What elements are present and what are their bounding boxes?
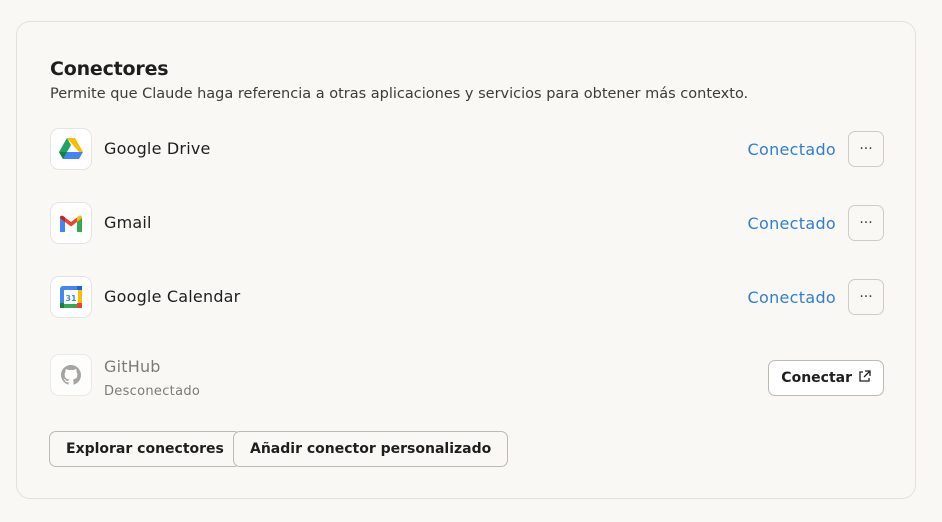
connector-name: GitHub [104,357,161,376]
explore-connectors-button[interactable]: Explorar conectores [49,431,241,467]
calendar-day-label: 31 [65,294,77,303]
add-custom-connector-button[interactable]: Añadir conector personalizado [233,431,509,467]
more-options-button[interactable]: ··· [848,205,884,241]
github-icon [50,354,92,396]
connected-status-link[interactable]: Conectado [748,288,836,307]
more-options-button[interactable]: ··· [848,131,884,167]
connect-button[interactable]: Conectar [768,360,884,396]
connector-name: Google Calendar [104,287,241,306]
connected-status-link[interactable]: Conectado [748,214,836,233]
section-subtitle: Permite que Claude haga referencia a otr… [50,86,749,102]
connector-name: Google Drive [104,139,211,158]
connector-row-google-calendar: 31 Google Calendar Conectado ··· [50,276,884,318]
connector-row-github: GitHub Desconectado Conectar [50,354,884,399]
more-options-button[interactable]: ··· [848,279,884,315]
connector-name: Gmail [104,213,152,232]
external-link-icon [858,369,871,387]
connectors-card: Conectores Permite que Claude haga refer… [16,21,916,499]
gmail-icon [50,202,92,244]
connector-row-gmail: Gmail Conectado ··· [50,202,884,244]
disconnected-status: Desconectado [104,384,201,399]
connect-button-label: Conectar [781,370,852,386]
section-title: Conectores [50,58,169,80]
google-calendar-icon: 31 [50,276,92,318]
google-drive-icon [50,128,92,170]
connected-status-link[interactable]: Conectado [748,140,836,159]
connector-row-google-drive: Google Drive Conectado ··· [50,128,884,170]
